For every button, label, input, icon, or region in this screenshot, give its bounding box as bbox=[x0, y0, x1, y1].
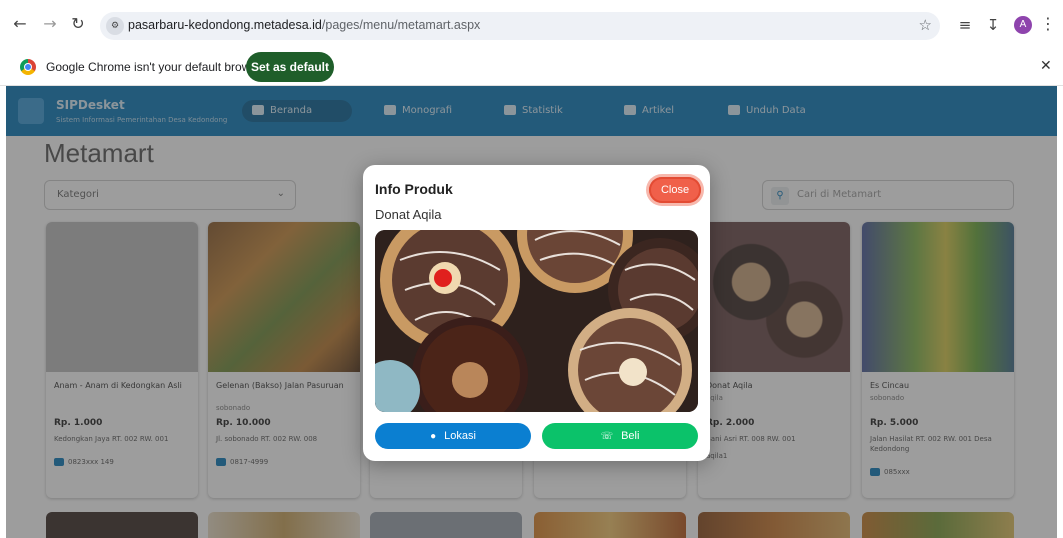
back-icon[interactable]: ← bbox=[10, 14, 30, 34]
url-text[interactable]: pasarbaru-kedondong.metadesa.id/pages/me… bbox=[128, 18, 480, 32]
beli-label: Beli bbox=[621, 430, 640, 442]
profile-avatar[interactable]: A bbox=[1014, 16, 1032, 34]
menu-kebab-icon[interactable]: ⋮ bbox=[1040, 14, 1056, 33]
modal-title: Info Produk bbox=[375, 181, 453, 197]
close-button[interactable]: Close bbox=[649, 177, 701, 203]
web-page: SIPDesket Sistem Informasi Pemerintahan … bbox=[6, 86, 1057, 538]
lokasi-button[interactable]: ● Lokasi bbox=[375, 423, 531, 449]
default-browser-infobar: Google Chrome isn't your default browser… bbox=[0, 50, 1063, 86]
browser-toolbar: ← → ↻ ⚙ pasarbaru-kedondong.metadesa.id/… bbox=[0, 0, 1063, 50]
bookmark-star-icon[interactable]: ☆ bbox=[919, 16, 932, 34]
reload-icon[interactable]: ↻ bbox=[68, 14, 88, 34]
site-info-icon[interactable]: ⚙ bbox=[106, 17, 124, 35]
map-pin-icon: ● bbox=[430, 431, 437, 442]
url-path: /pages/menu/metamart.aspx bbox=[321, 18, 481, 32]
address-bar[interactable]: ⚙ pasarbaru-kedondong.metadesa.id/pages/… bbox=[100, 12, 940, 40]
product-name: Donat Aqila bbox=[375, 207, 442, 222]
forward-icon[interactable]: → bbox=[40, 14, 60, 34]
reading-list-icon[interactable]: ≡ bbox=[954, 14, 976, 36]
infobar-close-icon[interactable]: ✕ bbox=[1040, 58, 1052, 74]
set-default-button[interactable]: Set as default bbox=[246, 52, 334, 82]
product-photo bbox=[375, 230, 698, 412]
url-host: pasarbaru-kedondong.metadesa.id bbox=[128, 18, 322, 32]
infobar-message: Google Chrome isn't your default browser bbox=[46, 60, 268, 74]
lokasi-label: Lokasi bbox=[444, 430, 476, 442]
donut-photo bbox=[375, 230, 698, 412]
product-info-modal: Info Produk Close Donat Aqila ● Lokasi ☏… bbox=[363, 165, 710, 461]
beli-button[interactable]: ☏ Beli bbox=[542, 423, 698, 449]
chrome-logo-icon bbox=[20, 59, 36, 75]
whatsapp-icon: ☏ bbox=[600, 431, 614, 442]
download-icon[interactable]: ↧ bbox=[982, 14, 1004, 36]
